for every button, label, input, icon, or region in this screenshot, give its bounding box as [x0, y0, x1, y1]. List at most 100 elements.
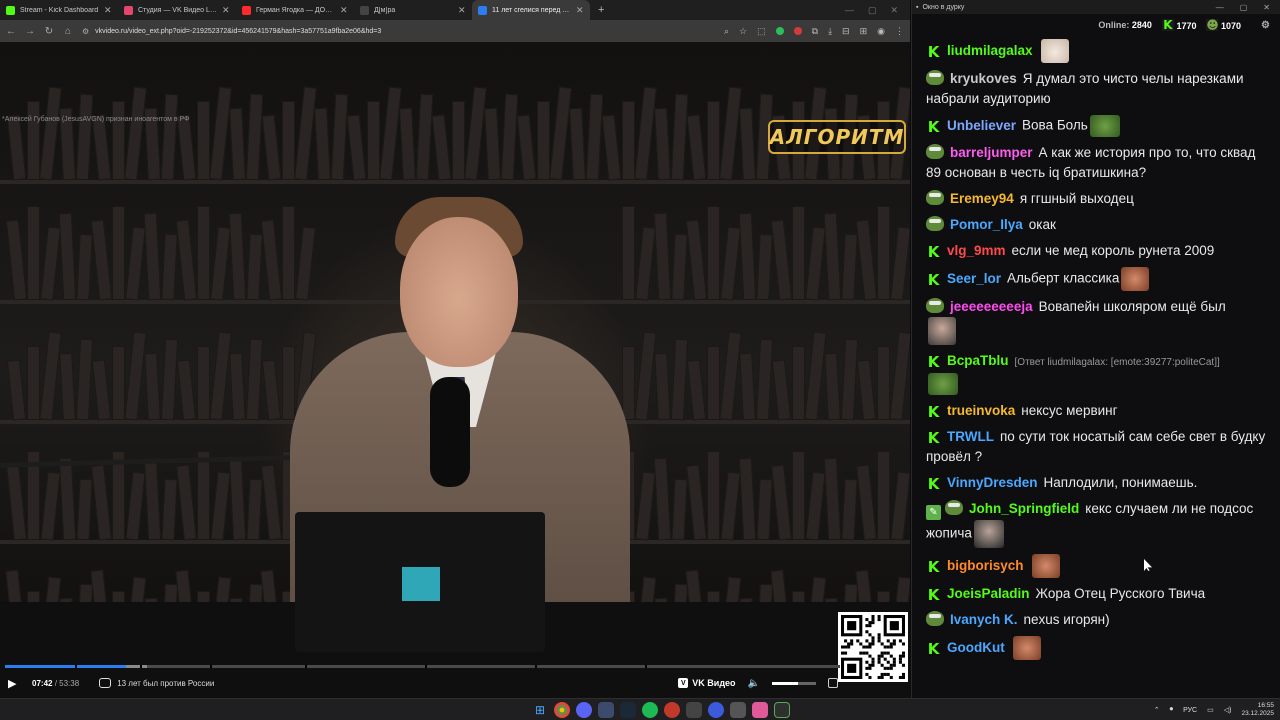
close-icon[interactable]: ✕ — [1263, 3, 1270, 12]
bookmark-star-icon[interactable]: ☆ — [739, 26, 747, 37]
app-icon-gray[interactable] — [686, 702, 702, 718]
chat-message[interactable]: Pomor_Ilya окак — [926, 212, 1268, 238]
browser-tab[interactable]: Студия — VK Видео Live ✕ — [118, 0, 236, 20]
maximize-icon[interactable]: ▢ — [868, 5, 877, 16]
language-indicator[interactable]: РУС — [1183, 707, 1197, 714]
chat-username[interactable]: GoodKut — [947, 640, 1005, 655]
chat-message[interactable]: K GoodKut — [926, 633, 1268, 663]
url-field[interactable]: ⚙ vkvideo.ru/video_ext.php?oid=-21925237… — [82, 23, 381, 39]
network-icon[interactable]: ▭ — [1207, 706, 1214, 714]
chat-username[interactable]: Eremey94 — [950, 191, 1014, 206]
reply-reference[interactable]: [Ответ liudmilagalax: [emote:39277:polit… — [1015, 357, 1220, 368]
video-player[interactable]: *Алексей Губанов (JesusAVGN) признан ино… — [0, 42, 910, 698]
browser-tab[interactable]: 11 лет сгелися перед Украин ✕ — [472, 0, 590, 20]
extensions-puzzle-icon[interactable]: ⧉ — [812, 26, 818, 37]
tab-close-icon[interactable]: ✕ — [340, 5, 348, 16]
site-info-icon[interactable]: ⚙ — [82, 27, 89, 36]
chat-message[interactable]: kryukoves Я думал это чисто челы нарезкам… — [926, 66, 1268, 112]
tab-close-icon[interactable]: ✕ — [222, 5, 230, 16]
chat-username[interactable]: jeeeeeeeeeja — [950, 299, 1033, 314]
tray-chevron-icon[interactable]: ⌃ — [1154, 706, 1160, 714]
discord-icon[interactable] — [576, 702, 592, 718]
chat-message[interactable]: Ivanych K. nexus игорян) — [926, 607, 1268, 633]
chat-message[interactable]: jeeeeeeeeeja Вовапейн школяром ещё был — [926, 294, 1268, 348]
zoom-icon[interactable]: ⌕ — [724, 26, 729, 37]
chat-app-icon[interactable] — [774, 702, 790, 718]
volume-icon[interactable]: 🔈 — [748, 678, 760, 689]
chat-username[interactable]: trueinvoka — [947, 403, 1015, 418]
chat-username[interactable]: kryukoves — [950, 71, 1017, 86]
chat-message[interactable]: K Seer_lor Альберт классика — [926, 264, 1268, 294]
progress-bar[interactable] — [5, 665, 840, 668]
microphone-icon[interactable]: ⏺ — [1170, 706, 1174, 714]
chat-username[interactable]: vlg_9mm — [947, 243, 1006, 258]
chat-username[interactable]: VinnyDresden — [947, 475, 1038, 490]
chat-username[interactable]: TRWLL — [947, 429, 994, 444]
clock[interactable]: 16:55 23.12.2025 — [1241, 702, 1274, 718]
chat-username[interactable]: Ivanych K. — [950, 612, 1018, 627]
profile-avatar-icon[interactable]: ◉ — [877, 26, 885, 37]
chat-message[interactable]: K TRWLL по сути ток носатый сам себе свет … — [926, 424, 1268, 470]
chat-username[interactable]: Unbeliever — [947, 118, 1016, 133]
vk-video-brand[interactable]: V VK Видео — [678, 678, 736, 688]
sidebar-icon[interactable]: ⊞ — [860, 26, 868, 37]
settings-gear-icon[interactable]: ⚙ — [1261, 20, 1270, 31]
close-icon[interactable]: ✕ — [890, 5, 898, 16]
app-icon-gray-2[interactable] — [730, 702, 746, 718]
forward-icon[interactable]: → — [25, 26, 35, 37]
chat-username[interactable]: JoeisPaladin — [947, 586, 1030, 601]
maximize-icon[interactable]: ▢ — [1240, 3, 1248, 12]
chat-message[interactable]: K JoeisPaladin Жора Отец Русского Твича — [926, 581, 1268, 607]
tab-close-icon[interactable]: ✕ — [576, 5, 584, 16]
chat-message[interactable]: ✎ John_Springfield кекс случаем ли не подс… — [926, 496, 1268, 551]
windows-start-icon[interactable]: ⊞ — [532, 702, 548, 718]
book — [112, 101, 125, 180]
chrome-icon[interactable] — [554, 702, 570, 718]
chat-message[interactable]: Kbigborisych — [926, 551, 1268, 581]
menu-icon[interactable]: ⋮ — [895, 26, 904, 37]
minimize-icon[interactable]: — — [1216, 3, 1224, 12]
app-icon-dark[interactable] — [598, 702, 614, 718]
chapter-button[interactable]: 13 лет был против России — [99, 678, 214, 688]
chat-username[interactable]: John_Springfield — [969, 501, 1079, 516]
chat-username[interactable]: Pomor_Ilya — [950, 217, 1023, 232]
extension-icon[interactable]: ⬚ — [757, 26, 766, 37]
steam-icon[interactable] — [620, 702, 636, 718]
chat-message[interactable]: Kliudmilagalax — [926, 36, 1268, 66]
chat-username[interactable]: liudmilagalax — [947, 43, 1033, 58]
chat-message[interactable]: K BcpaTblu [Ответ liudmilagalax: [emote:39… — [926, 348, 1268, 398]
extension-red-icon[interactable] — [793, 27, 802, 35]
chat-message[interactable]: Eremey94 я ггшный выходец — [926, 186, 1268, 212]
extension-green-icon[interactable] — [775, 27, 784, 35]
tab-close-icon[interactable]: ✕ — [458, 5, 466, 16]
reload-icon[interactable]: ↻ — [44, 26, 54, 37]
chat-username[interactable]: bigborisych — [947, 558, 1024, 573]
volume-slider[interactable] — [772, 681, 816, 685]
spotify-icon[interactable] — [642, 702, 658, 718]
browser-tab[interactable]: Д[м]ра ✕ — [354, 0, 472, 20]
app-icon-pink[interactable] — [752, 702, 768, 718]
chat-username[interactable]: BcpaTblu — [947, 353, 1009, 368]
chat-message[interactable]: Ktrueinvoka нексус мервинг — [926, 398, 1268, 424]
media-player-icon[interactable] — [708, 702, 724, 718]
fullscreen-icon[interactable] — [828, 678, 838, 688]
play-icon[interactable]: ▶ — [8, 677, 20, 690]
chat-username[interactable]: barreljumper — [950, 145, 1033, 160]
home-icon[interactable]: ⌂ — [63, 26, 73, 37]
new-tab-button[interactable]: + — [590, 0, 612, 20]
speaker-icon[interactable]: ◁) — [1224, 706, 1232, 714]
chat-message-list[interactable]: Kliudmilagalax kryukoves Я думал это чисто… — [912, 36, 1280, 690]
browser-tab[interactable]: Герман Ягодка — ДОМ 2 и ж ✕ — [236, 0, 354, 20]
tab-search-icon[interactable]: ⊟ — [842, 26, 850, 37]
back-icon[interactable]: ← — [6, 26, 16, 37]
browser-tab[interactable]: Stream - Kick Dashboard ✕ — [0, 0, 118, 20]
chat-message[interactable]: barreljumper А как же история про то, что… — [926, 140, 1268, 186]
minimize-icon[interactable]: — — [845, 5, 854, 15]
chat-message[interactable]: K VinnyDresden Наплодили, понимаешь. — [926, 470, 1268, 496]
chat-username[interactable]: Seer_lor — [947, 271, 1001, 286]
download-icon[interactable]: ⤓ — [828, 26, 832, 37]
tab-close-icon[interactable]: ✕ — [104, 5, 112, 16]
chat-message[interactable]: K Unbeliever Вова Боль — [926, 112, 1268, 140]
obs-icon[interactable] — [664, 702, 680, 718]
chat-message[interactable]: Kvlg_9mm если че мед король рунета 2009 — [926, 238, 1268, 264]
